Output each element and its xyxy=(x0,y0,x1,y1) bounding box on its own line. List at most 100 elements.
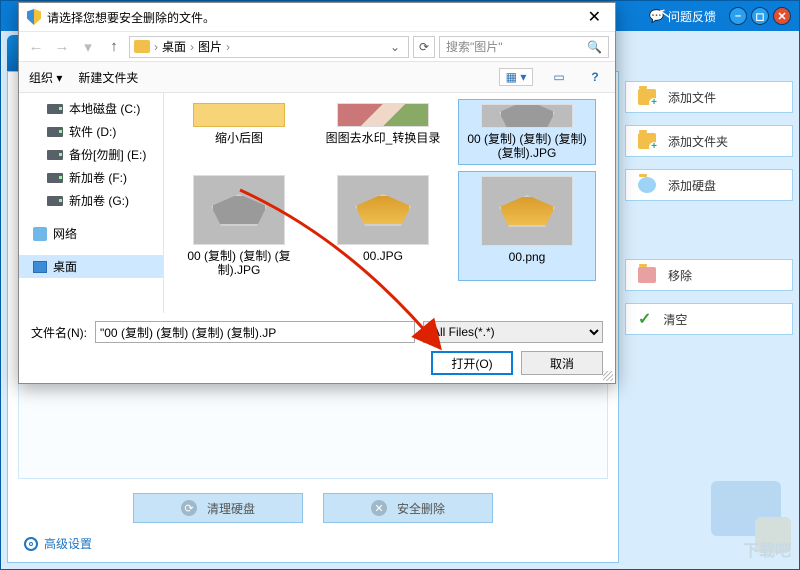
add-file-label: 添加文件 xyxy=(668,89,716,106)
file-item[interactable]: 00 (复制) (复制) (复制).JPG xyxy=(170,171,308,281)
clear-button[interactable]: ✓ 清空 xyxy=(625,303,793,335)
dialog-nav: ← → ▾ ↑ › 桌面 › 图片 › ⌄ ⟳ 搜索"图片" 🔍 xyxy=(19,31,615,61)
organize-menu[interactable]: 组织 ▾ xyxy=(29,69,62,86)
dialog-toolbar: 组织 ▾ 新建文件夹 ▦ ▾ ▭ ? xyxy=(19,61,615,93)
view-mode-button[interactable]: ▦ ▾ xyxy=(499,68,533,86)
drive-icon xyxy=(47,104,63,114)
dialog-footer: 文件名(N): All Files(*.*) 打开(O) 取消 xyxy=(19,313,615,385)
address-dropdown[interactable]: ⌄ xyxy=(386,40,404,54)
file-caption: 00 (复制) (复制) (复制) (复制).JPG xyxy=(463,132,591,160)
refresh-button[interactable]: ⟳ xyxy=(413,36,435,58)
shield-icon xyxy=(27,9,41,25)
clean-disk-button[interactable]: ⟳ 清理硬盘 xyxy=(133,493,303,523)
file-item-selected[interactable]: 00.png xyxy=(458,171,596,281)
add-disk-button[interactable]: 添加硬盘 xyxy=(625,169,793,201)
help-button[interactable]: ? xyxy=(585,68,605,86)
open-button[interactable]: 打开(O) xyxy=(431,351,513,375)
file-grid[interactable]: 缩小后图 图图去水印_转换目录 00 (复制) (复制) (复制) (复制).J… xyxy=(164,93,615,313)
add-disk-label: 添加硬盘 xyxy=(668,177,716,194)
chevron-right-icon: › xyxy=(190,40,194,54)
add-folder-label: 添加文件夹 xyxy=(668,133,728,150)
chevron-right-icon: › xyxy=(226,40,230,54)
dialog-close-button[interactable]: ✕ xyxy=(582,7,607,27)
add-folder-button[interactable]: 添加文件夹 xyxy=(625,125,793,157)
tree-drive-f[interactable]: 新加卷 (F:) xyxy=(19,166,163,189)
filetype-select[interactable]: All Files(*.*) xyxy=(423,321,603,343)
dialog-buttons: 打开(O) 取消 xyxy=(31,351,603,375)
folder-thumb xyxy=(193,103,285,127)
tree-network[interactable]: 网络 xyxy=(19,222,163,245)
tree-drive-c[interactable]: 本地磁盘 (C:) xyxy=(19,97,163,120)
maximize-button[interactable]: ◻ xyxy=(751,7,769,25)
cancel-button[interactable]: 取消 xyxy=(521,351,603,375)
dialog-title: 请选择您想要安全删除的文件。 xyxy=(47,9,215,26)
nav-recent-button[interactable]: ▾ xyxy=(77,36,99,58)
search-icon: 🔍 xyxy=(587,40,602,54)
drive-icon xyxy=(47,150,63,160)
folder-tree[interactable]: 本地磁盘 (C:) 软件 (D:) 备份[勿删] (E:) 新加卷 (F:) 新… xyxy=(19,93,164,313)
new-folder-button[interactable]: 新建文件夹 xyxy=(78,69,138,86)
filename-row: 文件名(N): All Files(*.*) xyxy=(31,321,603,343)
crumb-pictures[interactable]: 图片 xyxy=(198,38,222,55)
check-icon: ✓ xyxy=(638,309,651,329)
address-bar[interactable]: › 桌面 › 图片 › ⌄ xyxy=(129,36,409,58)
folder-thumb xyxy=(337,103,429,127)
nav-back-button[interactable]: ← xyxy=(25,36,47,58)
desktop-icon xyxy=(33,261,47,273)
chevron-right-icon: › xyxy=(154,40,158,54)
image-thumb xyxy=(193,175,285,245)
file-item[interactable]: 00.JPG xyxy=(314,171,452,281)
sidebar: 添加文件 添加文件夹 添加硬盘 移除 ✓ 清空 xyxy=(625,37,793,563)
file-item-selected[interactable]: 00 (复制) (复制) (复制) (复制).JPG xyxy=(458,99,596,165)
filename-input[interactable] xyxy=(95,321,415,343)
file-open-dialog: 请选择您想要安全删除的文件。 ✕ ← → ▾ ↑ › 桌面 › 图片 › ⌄ ⟳… xyxy=(18,2,616,384)
advanced-settings-link[interactable]: 高级设置 xyxy=(18,529,608,552)
file-caption: 图图去水印_转换目录 xyxy=(326,131,441,145)
preview-pane-button[interactable]: ▭ xyxy=(549,68,569,86)
feedback-label: 问题反馈 xyxy=(668,8,716,25)
drive-icon xyxy=(47,127,63,137)
resize-grip[interactable] xyxy=(603,371,613,381)
file-caption: 00 (复制) (复制) (复制).JPG xyxy=(174,249,304,277)
search-placeholder: 搜索"图片" xyxy=(446,38,503,55)
remove-button[interactable]: 移除 xyxy=(625,259,793,291)
disk-icon: ⟳ xyxy=(181,500,197,516)
crumb-desktop[interactable]: 桌面 xyxy=(162,38,186,55)
clean-disk-label: 清理硬盘 xyxy=(207,500,255,517)
bottom-actions: ⟳ 清理硬盘 ✕ 安全删除 xyxy=(18,479,608,529)
close-button[interactable]: ✕ xyxy=(773,7,791,25)
folder-icon xyxy=(134,40,150,53)
image-thumb xyxy=(337,175,429,245)
secure-delete-label: 安全删除 xyxy=(397,500,445,517)
tree-drive-d[interactable]: 软件 (D:) xyxy=(19,120,163,143)
file-caption: 00.png xyxy=(509,250,546,264)
sidebar-separator xyxy=(625,213,793,247)
search-input[interactable]: 搜索"图片" 🔍 xyxy=(439,36,609,58)
advanced-label: 高级设置 xyxy=(44,535,92,552)
drive-icon xyxy=(47,173,63,183)
tree-drive-g[interactable]: 新加卷 (G:) xyxy=(19,189,163,212)
nav-up-button[interactable]: ↑ xyxy=(103,36,125,58)
add-file-button[interactable]: 添加文件 xyxy=(625,81,793,113)
minimize-button[interactable]: – xyxy=(729,7,747,25)
minus-icon xyxy=(638,267,656,283)
gear-icon xyxy=(24,537,38,551)
dialog-body: 本地磁盘 (C:) 软件 (D:) 备份[勿删] (E:) 新加卷 (F:) 新… xyxy=(19,93,615,313)
file-caption: 00.JPG xyxy=(363,249,403,263)
dialog-titlebar: 请选择您想要安全删除的文件。 ✕ xyxy=(19,3,615,31)
network-icon xyxy=(33,227,47,241)
clear-label: 清空 xyxy=(663,311,687,328)
folder-plus-icon xyxy=(638,133,656,149)
delete-icon: ✕ xyxy=(371,500,387,516)
file-item[interactable]: 缩小后图 xyxy=(170,99,308,165)
tree-drive-e[interactable]: 备份[勿删] (E:) xyxy=(19,143,163,166)
disk-plus-icon xyxy=(638,177,656,193)
file-plus-icon xyxy=(638,89,656,105)
secure-delete-button[interactable]: ✕ 安全删除 xyxy=(323,493,493,523)
nav-forward-button[interactable]: → xyxy=(51,36,73,58)
image-thumb xyxy=(481,176,573,246)
filename-label: 文件名(N): xyxy=(31,324,87,341)
tree-desktop[interactable]: 桌面 xyxy=(19,255,163,278)
file-item[interactable]: 图图去水印_转换目录 xyxy=(314,99,452,165)
remove-label: 移除 xyxy=(668,267,692,284)
